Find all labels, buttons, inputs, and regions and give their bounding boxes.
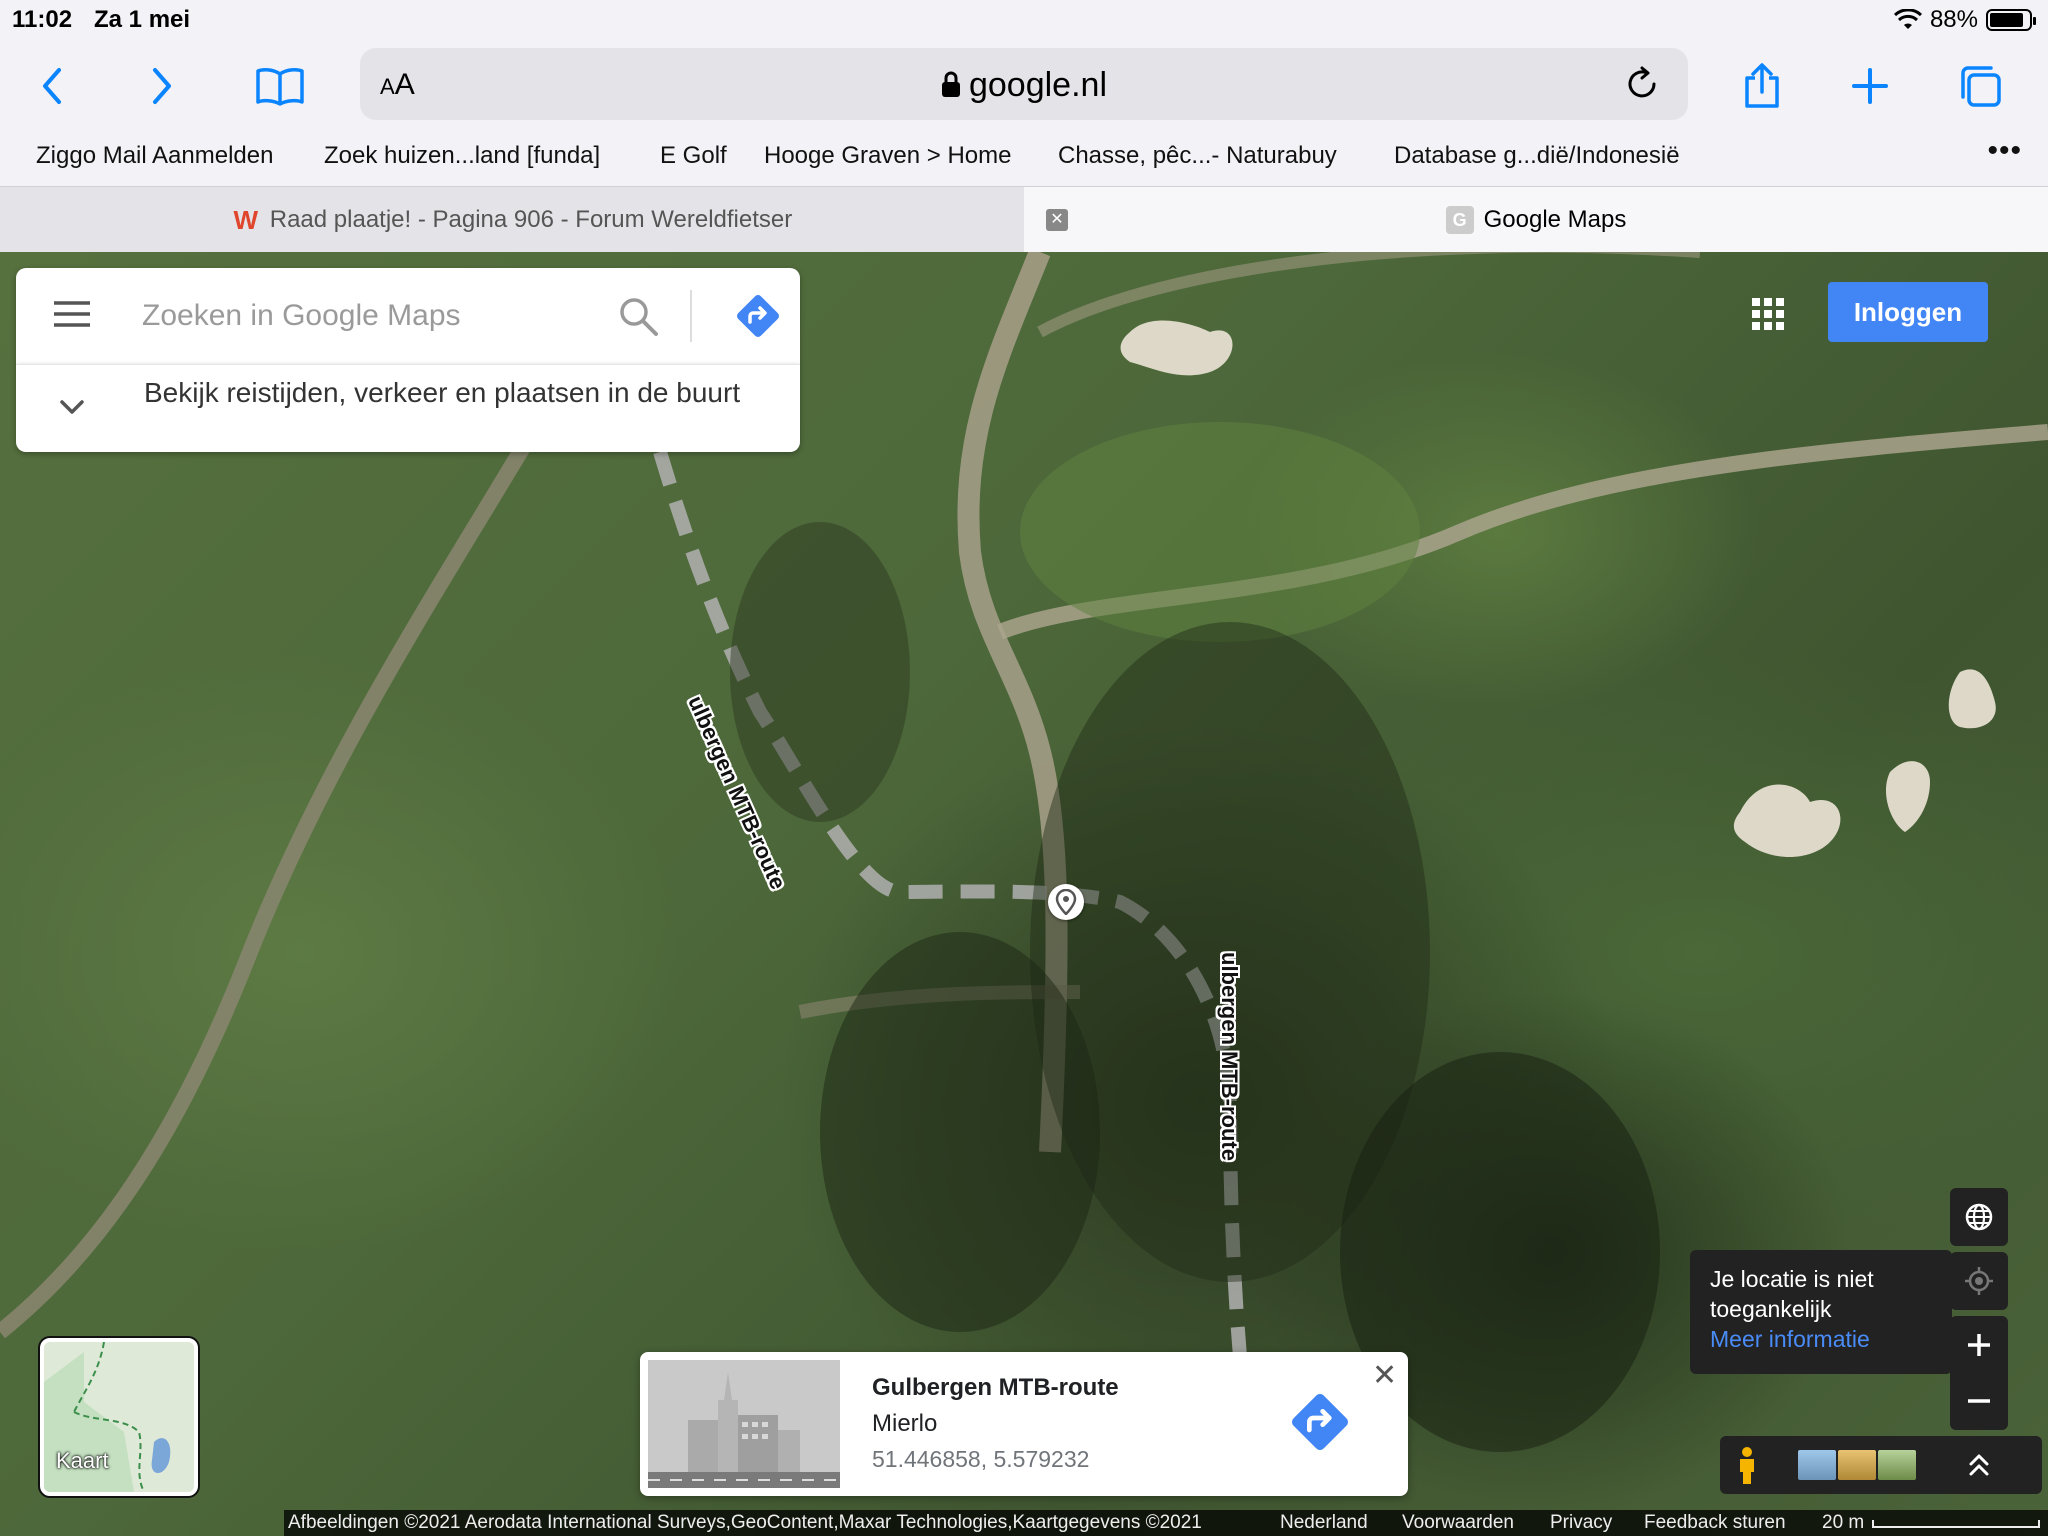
battery-percentage: 88% bbox=[1929, 6, 1978, 33]
directions-icon[interactable] bbox=[1288, 1390, 1352, 1454]
place-thumbnail[interactable] bbox=[648, 1360, 840, 1488]
lock-icon bbox=[941, 71, 960, 97]
crosshair-icon bbox=[1965, 1267, 1993, 1295]
minimap-label: Kaart bbox=[56, 1448, 109, 1473]
explore-nearby[interactable]: Bekijk reistijden, verkeer en plaatsen i… bbox=[16, 364, 800, 452]
chevron-left-icon bbox=[43, 68, 61, 104]
zoom-in-button[interactable] bbox=[1950, 1316, 2008, 1374]
imagery-attribution: Afbeeldingen ©2021 Aerodata Internationa… bbox=[288, 1512, 1202, 1533]
street-view-controls bbox=[1720, 1436, 2042, 1494]
bookmark-item[interactable]: E Golf bbox=[660, 142, 727, 170]
place-title: Gulbergen MTB-route bbox=[872, 1374, 1119, 1401]
my-location-button[interactable] bbox=[1950, 1252, 2008, 1310]
scale-label: 20 m bbox=[1822, 1512, 1865, 1533]
bookmarks-bar: Ziggo Mail Aanmelden Zoek huizen...land … bbox=[0, 132, 2048, 186]
privacy-link[interactable]: Privacy bbox=[1550, 1512, 1612, 1534]
tab-bar: W Raad plaatje! - Pagina 906 - Forum Wer… bbox=[0, 186, 2048, 253]
back-button[interactable] bbox=[24, 58, 80, 114]
globe-button[interactable] bbox=[1950, 1188, 2008, 1246]
city-placeholder-icon bbox=[648, 1360, 840, 1488]
search-box bbox=[16, 268, 800, 364]
location-pin[interactable] bbox=[1048, 884, 1084, 920]
chevron-right-icon bbox=[153, 68, 171, 104]
map-pin-icon bbox=[1055, 889, 1077, 915]
plus-icon bbox=[1968, 1334, 1990, 1356]
bookmark-item[interactable]: Zoek huizen...land [funda] bbox=[324, 142, 600, 170]
zoom-out-button[interactable] bbox=[1950, 1372, 2008, 1430]
more-icon[interactable]: ••• bbox=[1987, 134, 2022, 168]
login-button[interactable]: Inloggen bbox=[1828, 282, 1988, 342]
tab-label: Raad plaatje! - Pagina 906 - Forum Werel… bbox=[269, 206, 793, 233]
status-right: 88% bbox=[1893, 6, 2036, 34]
new-tab-button[interactable] bbox=[1842, 58, 1898, 114]
status-date: Za 1 mei bbox=[94, 6, 191, 33]
tab-google-maps[interactable]: G Google Maps bbox=[1024, 187, 2048, 253]
bookmark-item[interactable]: Chasse, pêc...- Naturabuy bbox=[1058, 142, 1337, 170]
tab-label: Google Maps bbox=[1483, 206, 1627, 233]
country-label[interactable]: Nederland bbox=[1280, 1512, 1368, 1534]
tabs-icon bbox=[1961, 66, 2001, 107]
place-locality: Mierlo bbox=[872, 1410, 938, 1437]
tab-overview-button[interactable] bbox=[1952, 58, 2008, 114]
location-tooltip-text: Je locatie is niet toegankelijk bbox=[1710, 1266, 1874, 1322]
reload-icon[interactable] bbox=[1624, 66, 1660, 102]
map-footer: Afbeeldingen ©2021 Aerodata Internationa… bbox=[284, 1510, 2048, 1536]
chevron-down-icon bbox=[60, 400, 84, 414]
book-icon bbox=[256, 68, 304, 106]
feedback-link[interactable]: Feedback sturen bbox=[1644, 1512, 1786, 1534]
address-bar[interactable]: AA google.nl bbox=[360, 48, 1688, 120]
bookmark-item[interactable]: Database g...dië/Indonesië bbox=[1394, 142, 1680, 170]
directions-icon[interactable] bbox=[734, 292, 782, 340]
more-info-link[interactable]: Meer informatie bbox=[1710, 1324, 1932, 1354]
minus-icon bbox=[1968, 1399, 1990, 1403]
bookmarks-button[interactable] bbox=[252, 58, 308, 114]
expand-up-icon[interactable] bbox=[1964, 1450, 1994, 1480]
battery-icon bbox=[1986, 9, 2036, 31]
tab-forum[interactable]: W Raad plaatje! - Pagina 906 - Forum Wer… bbox=[0, 187, 1024, 253]
google-favicon-icon: G bbox=[1445, 206, 1474, 234]
forward-button[interactable] bbox=[134, 58, 190, 114]
terms-link[interactable]: Voorwaarden bbox=[1402, 1512, 1514, 1534]
search-input[interactable] bbox=[142, 290, 602, 342]
imagery-thumbnail[interactable] bbox=[1798, 1450, 1836, 1480]
plus-icon bbox=[1852, 68, 1888, 104]
explore-nearby-text: Bekijk reistijden, verkeer en plaatsen i… bbox=[144, 377, 741, 408]
scale-bar bbox=[1872, 1520, 2040, 1528]
globe-icon bbox=[1965, 1203, 1993, 1231]
url-display[interactable]: google.nl bbox=[360, 66, 1688, 105]
browser-toolbar: AA google.nl bbox=[0, 40, 2048, 132]
bookmark-item[interactable]: Ziggo Mail Aanmelden bbox=[36, 142, 273, 170]
bookmark-item[interactable]: Hooge Graven > Home bbox=[764, 142, 1011, 170]
pegman-icon[interactable] bbox=[1734, 1446, 1760, 1486]
apps-grid-icon[interactable] bbox=[1750, 296, 1786, 332]
wifi-icon bbox=[1893, 9, 1922, 29]
place-card[interactable]: Gulbergen MTB-route Mierlo 51.446858, 5.… bbox=[640, 1352, 1408, 1496]
close-tab-icon[interactable]: ✕ bbox=[1046, 209, 1068, 231]
place-coordinates: 51.446858, 5.579232 bbox=[872, 1446, 1090, 1472]
forum-favicon-icon: W bbox=[233, 204, 259, 235]
search-divider bbox=[690, 290, 692, 342]
url-text: google.nl bbox=[968, 66, 1107, 104]
route-label: ulbergen MTB-route bbox=[1217, 952, 1242, 1161]
share-icon bbox=[1745, 63, 1779, 108]
imagery-thumbnail[interactable] bbox=[1838, 1450, 1876, 1480]
location-tooltip: Je locatie is niet toegankelijk Meer inf… bbox=[1690, 1250, 1952, 1374]
status-time: 11:02 bbox=[12, 6, 73, 33]
share-button[interactable] bbox=[1734, 58, 1790, 114]
menu-icon[interactable] bbox=[52, 298, 92, 330]
imagery-thumbnail[interactable] bbox=[1878, 1450, 1916, 1480]
search-icon[interactable] bbox=[616, 294, 660, 338]
status-bar: 11:02 Za 1 mei 88% bbox=[0, 0, 2048, 40]
close-icon[interactable]: ✕ bbox=[1372, 1358, 1397, 1393]
map-type-toggle[interactable]: Kaart bbox=[40, 1338, 198, 1496]
